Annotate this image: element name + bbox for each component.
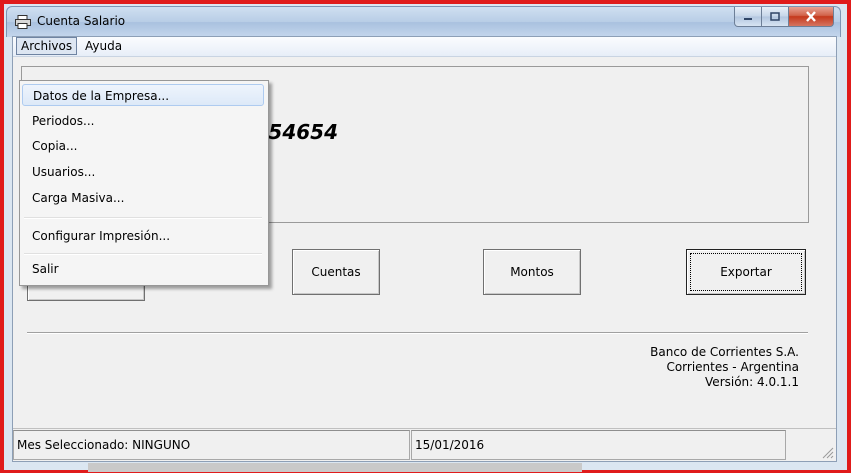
exportar-button[interactable]: Exportar	[686, 249, 806, 295]
menu-item-periodos[interactable]: Periodos...	[22, 110, 264, 132]
window-title: Cuenta Salario	[37, 14, 126, 28]
window-controls	[734, 7, 834, 27]
menu-item-datos-empresa[interactable]: Datos de la Empresa...	[22, 84, 264, 106]
montos-button[interactable]: Montos	[483, 249, 581, 295]
menu-item-salir[interactable]: Salir	[22, 258, 264, 280]
app-printer-icon	[15, 15, 31, 29]
bank-name: Banco de Corrientes S.A.	[650, 345, 799, 359]
section-divider	[27, 332, 808, 334]
close-icon	[806, 11, 816, 22]
archivos-dropdown-menu: Datos de la Empresa... Periodos... Copia…	[19, 80, 269, 286]
menu-separator	[24, 217, 262, 219]
status-date: 15/01/2016	[411, 430, 786, 460]
status-bar: Mes Seleccionado: NINGUNO 15/01/2016	[13, 428, 836, 461]
menu-bar: Archivos Ayuda	[13, 37, 836, 57]
bank-info: Banco de Corrientes S.A. Corrientes - Ar…	[573, 345, 799, 390]
menu-item-configurar-impresion[interactable]: Configurar Impresión...	[22, 225, 264, 247]
maximize-icon	[770, 12, 780, 21]
bank-location: Corrientes - Argentina	[666, 360, 799, 374]
menu-ayuda[interactable]: Ayuda	[81, 38, 126, 54]
cuentas-button[interactable]: Cuentas	[292, 249, 380, 295]
minimize-button[interactable]	[734, 7, 762, 27]
menu-archivos[interactable]: Archivos	[16, 37, 78, 55]
app-version: Versión: 4.0.1.1	[705, 375, 799, 389]
menu-separator	[24, 253, 262, 255]
menu-item-carga-masiva[interactable]: Carga Masiva...	[22, 187, 264, 209]
resize-grip-icon[interactable]	[820, 445, 834, 459]
window-titlebar[interactable]: Cuenta Salario	[6, 6, 841, 37]
minimize-icon	[744, 17, 752, 20]
maximize-button[interactable]	[762, 7, 789, 27]
menu-item-usuarios[interactable]: Usuarios...	[22, 161, 264, 183]
menu-item-copia[interactable]: Copia...	[22, 135, 264, 157]
close-button[interactable]	[789, 7, 834, 27]
background-window-strip	[88, 463, 582, 472]
status-mes-seleccionado: Mes Seleccionado: NINGUNO	[13, 430, 410, 460]
